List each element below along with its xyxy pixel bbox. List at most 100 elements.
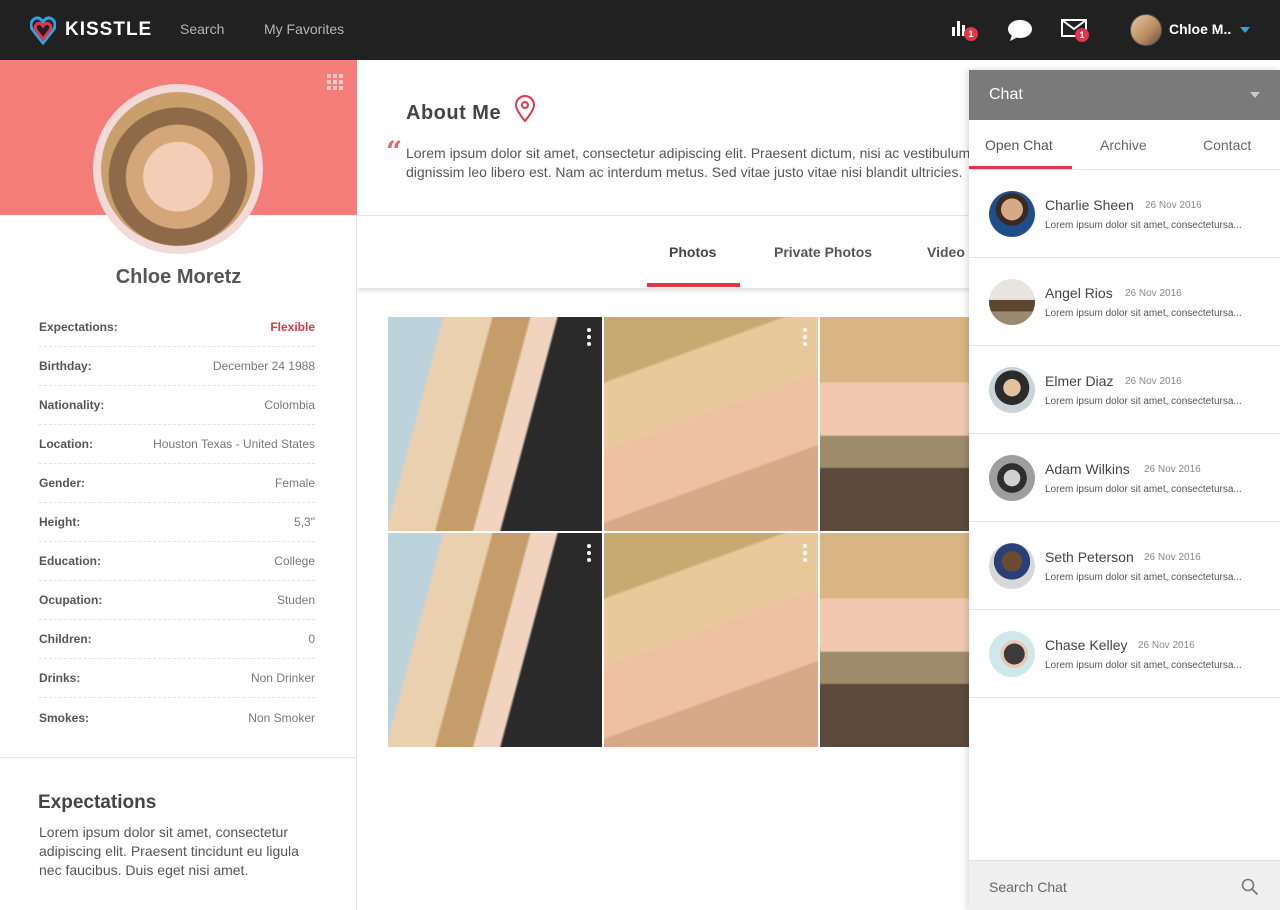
- info-label: Children:: [39, 632, 92, 646]
- conversation-preview: Lorem ipsum dolor sit amet, consecteturs…: [1045, 396, 1242, 407]
- stats-button[interactable]: 1: [950, 18, 978, 42]
- quote-icon: “: [386, 135, 403, 168]
- media-tabs: Photos Private Photos Video: [357, 216, 969, 288]
- conversation-item[interactable]: Elmer Diaz 26 Nov 2016 Lorem ipsum dolor…: [969, 346, 1280, 434]
- grid-menu-icon[interactable]: [327, 74, 343, 90]
- tab-contact[interactable]: Contact: [1203, 137, 1251, 153]
- conversation-item[interactable]: Charlie Sheen 26 Nov 2016 Lorem ipsum do…: [969, 170, 1280, 258]
- avatar: [989, 455, 1035, 501]
- location-pin-icon: [514, 95, 536, 123]
- search-icon[interactable]: [1241, 878, 1259, 896]
- photo-thumbnail[interactable]: [820, 533, 969, 747]
- conversation-name: Angel Rios: [1045, 285, 1113, 301]
- tab-video[interactable]: Video: [927, 244, 965, 260]
- nav-favorites-link[interactable]: My Favorites: [264, 21, 344, 37]
- mail-badge: 1: [1075, 28, 1089, 42]
- conversation-item[interactable]: Chase Kelley 26 Nov 2016 Lorem ipsum dol…: [969, 610, 1280, 698]
- conversation-preview: Lorem ipsum dolor sit amet, consecteturs…: [1045, 660, 1242, 671]
- more-options-icon[interactable]: [803, 328, 807, 346]
- photo-thumbnail[interactable]: [388, 317, 602, 531]
- user-menu-name[interactable]: Chloe M..: [1169, 21, 1231, 37]
- conversation-date: 26 Nov 2016: [1138, 640, 1195, 651]
- tab-archive[interactable]: Archive: [1100, 137, 1147, 153]
- profile-photo[interactable]: [93, 84, 263, 254]
- conversation-preview: Lorem ipsum dolor sit amet, consecteturs…: [1045, 572, 1242, 583]
- chat-search-bar: [969, 860, 1280, 910]
- info-row-gender: Gender: Female: [39, 464, 315, 503]
- avatar: [989, 367, 1035, 413]
- conversation-date: 26 Nov 2016: [1145, 200, 1202, 211]
- profile-info-table: Expectations: Flexible Birthday: Decembe…: [39, 308, 315, 737]
- conversation-date: 26 Nov 2016: [1144, 464, 1201, 475]
- conversation-item[interactable]: Adam Wilkins 26 Nov 2016 Lorem ipsum dol…: [969, 434, 1280, 522]
- info-label: Location:: [39, 437, 93, 451]
- chat-title: Chat: [989, 86, 1023, 103]
- info-value: Non Drinker: [250, 671, 315, 685]
- info-value: 5,3": [294, 515, 315, 529]
- top-navbar: KISSTLE Search My Favorites 1 1 Chloe M.…: [0, 0, 1280, 60]
- profile-sidebar: Chloe Moretz Expectations: Flexible Birt…: [0, 60, 357, 910]
- info-label: Expectations:: [39, 320, 118, 334]
- avatar: [989, 279, 1035, 325]
- info-value: Studen: [276, 593, 315, 607]
- conversation-item[interactable]: Seth Peterson 26 Nov 2016 Lorem ipsum do…: [969, 522, 1280, 610]
- conversation-date: 26 Nov 2016: [1125, 376, 1182, 387]
- about-text-line: Lorem ipsum dolor sit amet, consectetur …: [406, 145, 969, 161]
- profile-photo-image: [101, 92, 255, 246]
- tab-active-indicator: [969, 166, 1072, 169]
- conversation-name: Elmer Diaz: [1045, 373, 1114, 389]
- info-label: Height:: [39, 515, 81, 529]
- logo[interactable]: KISSTLE: [30, 15, 152, 45]
- photo-thumbnail[interactable]: [604, 533, 818, 747]
- photo-thumbnail[interactable]: [604, 317, 818, 531]
- info-value: Houston Texas - United States: [153, 437, 315, 451]
- tab-active-indicator: [647, 283, 740, 287]
- chat-header[interactable]: Chat: [969, 70, 1280, 120]
- info-label: Education:: [39, 554, 101, 568]
- conversation-name: Chase Kelley: [1045, 637, 1128, 653]
- speech-bubble-icon: [1008, 20, 1032, 41]
- more-options-icon[interactable]: [587, 544, 591, 562]
- avatar: [989, 191, 1035, 237]
- info-value: Female: [274, 476, 315, 490]
- messages-button[interactable]: [1007, 18, 1035, 42]
- photo-thumbnail[interactable]: [388, 533, 602, 747]
- conversation-list: Charlie Sheen 26 Nov 2016 Lorem ipsum do…: [969, 170, 1280, 698]
- info-label: Gender:: [39, 476, 86, 490]
- info-row-occupation: Ocupation: Studen: [39, 581, 315, 620]
- chevron-down-icon[interactable]: [1240, 27, 1250, 33]
- tab-photos[interactable]: Photos: [669, 244, 716, 260]
- info-value: Non Smoker: [248, 710, 315, 725]
- chevron-down-icon[interactable]: [1250, 92, 1260, 98]
- info-label: Ocupation:: [39, 593, 103, 607]
- photo-thumbnail[interactable]: [820, 317, 969, 531]
- conversation-item[interactable]: Angel Rios 26 Nov 2016 Lorem ipsum dolor…: [969, 258, 1280, 346]
- tab-open-chat[interactable]: Open Chat: [985, 137, 1053, 153]
- conversation-preview: Lorem ipsum dolor sit amet, consecteturs…: [1045, 484, 1242, 495]
- mail-button[interactable]: 1: [1061, 18, 1089, 42]
- info-row-children: Children: 0: [39, 620, 315, 659]
- user-avatar[interactable]: [1130, 14, 1162, 46]
- photo-grid: [388, 317, 969, 747]
- info-row-education: Education: College: [39, 542, 315, 581]
- chat-panel: Chat Open Chat Archive Contact Charlie S…: [969, 70, 1280, 910]
- info-label: Drinks:: [39, 671, 81, 685]
- info-value: 0: [308, 632, 315, 646]
- more-options-icon[interactable]: [587, 328, 591, 346]
- logo-text: KISSTLE: [65, 19, 153, 40]
- conversation-preview: Lorem ipsum dolor sit amet, consecteturs…: [1045, 308, 1242, 319]
- chat-search-input[interactable]: [989, 877, 1229, 897]
- tab-private-photos[interactable]: Private Photos: [774, 244, 872, 260]
- about-text-line: dignissim leo libero est. Nam ac interdu…: [406, 164, 963, 180]
- about-text: Lorem ipsum dolor sit amet, consectetur …: [406, 144, 969, 182]
- conversation-date: 26 Nov 2016: [1125, 288, 1182, 299]
- info-row-location: Location: Houston Texas - United States: [39, 425, 315, 464]
- conversation-name: Charlie Sheen: [1045, 197, 1134, 213]
- expectations-text: Lorem ipsum dolor sit amet, consectetur …: [39, 824, 299, 878]
- info-row-expectations: Expectations: Flexible: [39, 308, 315, 347]
- info-value: Colombia: [264, 398, 315, 412]
- more-options-icon[interactable]: [803, 544, 807, 562]
- info-value: Flexible: [270, 320, 315, 334]
- conversation-preview: Lorem ipsum dolor sit amet, consecteturs…: [1045, 220, 1242, 231]
- nav-search-link[interactable]: Search: [180, 21, 224, 37]
